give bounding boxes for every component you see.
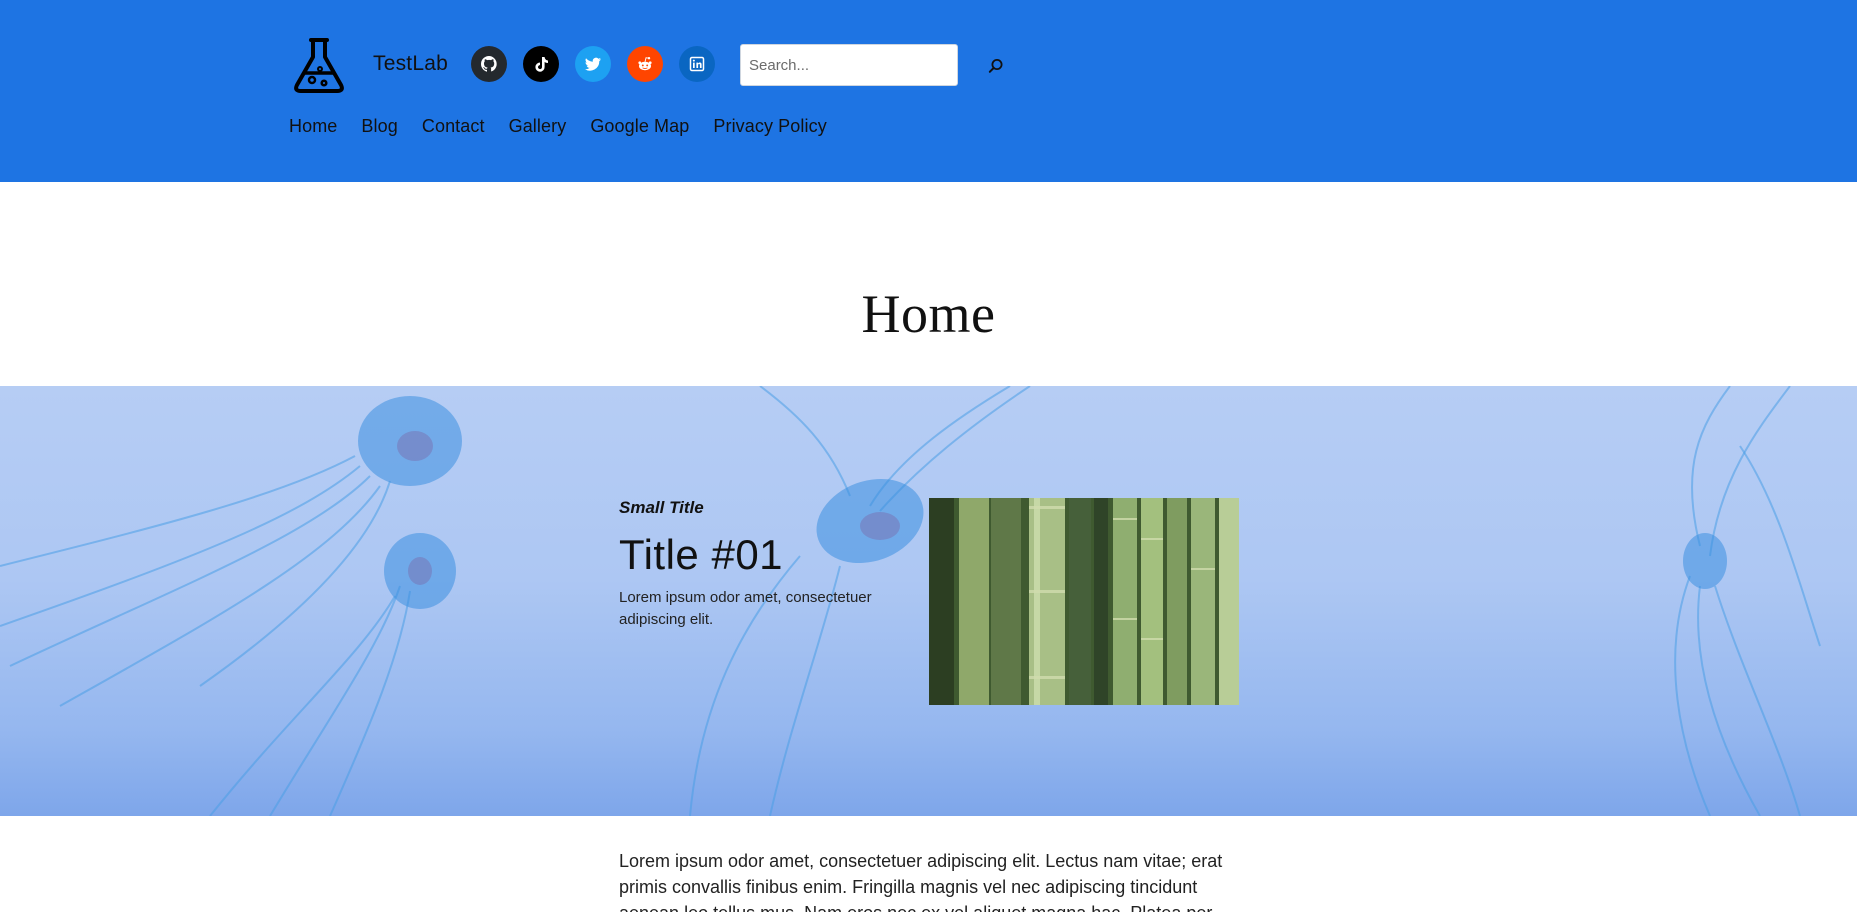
nav-item-gallery[interactable]: Gallery: [509, 116, 567, 137]
search-button[interactable]: [982, 52, 1010, 80]
hero-small-title: Small Title: [619, 498, 704, 517]
linkedin-icon: [689, 56, 705, 72]
nav-item-home[interactable]: Home: [289, 116, 337, 137]
body-paragraph: Lorem ipsum odor amet, consectetuer adip…: [619, 851, 1223, 912]
nav-item-google-map[interactable]: Google Map: [590, 116, 689, 137]
twitter-link[interactable]: [575, 46, 611, 82]
nav-item-blog[interactable]: Blog: [361, 116, 397, 137]
tiktok-icon: [535, 57, 548, 72]
page-title: Home: [861, 284, 996, 344]
nav-item-privacy-policy[interactable]: Privacy Policy: [713, 116, 826, 137]
hero-description: Lorem ipsum odor amet, consectetuer adip…: [619, 589, 872, 628]
twitter-icon: [585, 57, 601, 71]
reddit-link[interactable]: [627, 46, 663, 82]
tiktok-link[interactable]: [523, 46, 559, 82]
bamboo-image: [929, 498, 1239, 705]
hero-cover: Small Title Title #01 Lorem ipsum odor a…: [0, 386, 1857, 816]
flask-logo-icon[interactable]: [289, 35, 349, 95]
hero-content: Small Title Title #01 Lorem ipsum odor a…: [619, 498, 1239, 708]
nav-item-contact[interactable]: Contact: [422, 116, 485, 137]
github-icon: [480, 56, 497, 72]
search-icon: [988, 59, 1003, 73]
hero-title: Title #01: [619, 531, 784, 578]
site-title-link[interactable]: TestLab: [373, 52, 448, 76]
site-header: TestLab Search... Home Blog Contact Gall…: [0, 0, 1857, 182]
search-input[interactable]: [740, 44, 958, 86]
social-links: [471, 46, 715, 82]
github-link[interactable]: [471, 46, 507, 82]
reddit-icon: [638, 57, 652, 71]
primary-nav: Home Blog Contact Gallery Google Map Pri…: [289, 116, 827, 137]
linkedin-link[interactable]: [679, 46, 715, 82]
